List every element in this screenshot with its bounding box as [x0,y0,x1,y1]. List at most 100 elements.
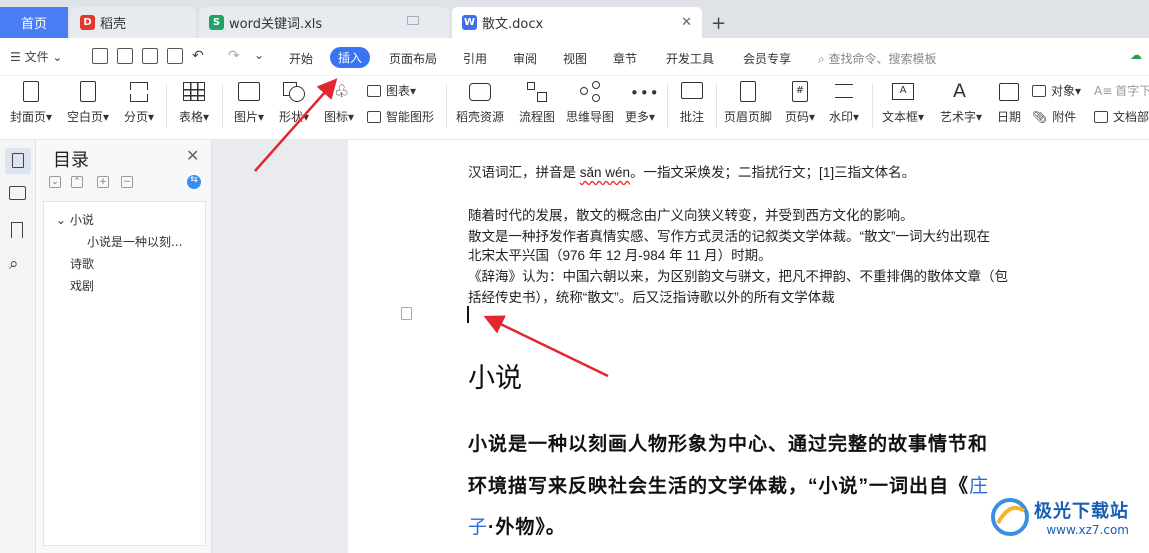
picture-button[interactable]: 图片▾ [230,80,268,125]
wordart-label: 艺术字 [939,110,976,124]
outline-title: 目录 [53,150,89,171]
menu-start[interactable]: 开始 [289,50,313,67]
preview-icon[interactable] [167,48,183,64]
blank-page-button[interactable]: 空白页▾ [64,80,112,125]
date-button[interactable]: 日期 [992,80,1026,125]
cloud-icon[interactable]: ☁ [1130,48,1142,62]
textbox-button[interactable]: A 文本框▾ [878,80,928,125]
close-icon[interactable]: ✕ [186,146,199,165]
text-cursor [467,306,469,323]
tab-xls-label: word关键词.xls [229,17,323,32]
wordart-button[interactable]: A 艺术字▾ [936,80,986,125]
export-icon[interactable] [117,48,133,64]
add-level-icon[interactable]: + [97,176,109,188]
collapse-all-icon[interactable]: ⌄ [49,176,61,188]
tab-home-label: 首页 [20,17,47,32]
shape-button[interactable]: 形状▾ [276,80,312,125]
aurora-logo-icon [991,498,1029,536]
outline-item[interactable]: 诗歌 [70,255,94,272]
smart-art-button[interactable]: 智能图形 [367,108,434,125]
page-break-button[interactable]: 分页▾ [121,80,157,125]
doc-part-button[interactable]: 文档部 [1094,108,1149,125]
new-tab-button[interactable]: + [711,13,726,34]
monitor-icon[interactable] [407,16,419,25]
icon-library-button[interactable]: ♧ 图标▾ [320,80,358,125]
bookmark-icon[interactable] [11,222,23,238]
paragraph-handle-icon[interactable] [401,307,412,320]
watermark-url: www.xz7.com [1046,523,1129,537]
tab-docx[interactable]: W 散文.docx ✕ [452,7,702,38]
chevron-down-icon[interactable]: ⌄ [254,48,264,62]
docer-resource-button[interactable]: 稻壳资源 [452,80,508,125]
outline-item[interactable]: 戏剧 [70,277,94,294]
page-number-button[interactable]: # 页码▾ [780,80,820,125]
watermark-brand: 极光下载站 [1034,501,1129,522]
attachment-button[interactable]: 📎︎ 附件 [1032,108,1076,125]
undo-icon[interactable]: ↶ [192,48,204,64]
outline-item[interactable]: 小说是一种以刻... [87,233,182,250]
watermark-button[interactable]: 水印▾ [824,80,864,125]
header-footer-button[interactable]: 页眉页脚 [722,80,774,125]
menu-view[interactable]: 视图 [563,50,587,67]
file-label: 文件 [24,50,49,64]
tab-home[interactable]: 首页 [0,7,68,38]
section-nav-icon[interactable] [9,186,26,200]
menu-insert[interactable]: 插入 [330,47,371,68]
date-label: 日期 [996,110,1021,124]
table-button[interactable]: 表格▾ [175,80,213,125]
bold-paragraph: 环境描写来反映社会生活的文学体裁，“小说”一词出自《庄 [468,471,989,498]
page-number-icon: # [787,80,813,104]
paragraph-text: ·外物》。 [488,517,566,538]
flowchart-label: 流程图 [518,110,555,124]
command-search[interactable]: ⌕ 查找命令、搜索模板 [818,50,937,67]
close-icon[interactable]: ✕ [681,15,692,30]
paragraph: 随着时代的发展，散文的概念由广义向狭义转变，并受到西方文化的影响。 [468,208,914,223]
mindmap-icon [577,80,603,104]
ribbon-divider [166,84,167,128]
outline-item[interactable]: ⌄ 小说 [56,211,94,228]
menu-reference[interactable]: 引用 [463,50,487,67]
redo-icon[interactable]: ↷ [228,48,240,64]
more-button[interactable]: ••• 更多▾ [621,80,659,125]
outline-list: ⌄ 小说 小说是一种以刻... 诗歌 戏剧 [43,201,206,546]
comment-label: 批注 [679,110,704,124]
hyperlink[interactable]: 庄 [969,476,989,497]
textbox-label: 文本框 [881,110,918,124]
save-icon[interactable] [92,48,108,64]
outline-icon[interactable] [5,148,31,174]
tab-xls[interactable]: S word关键词.xls [199,7,449,38]
document-page[interactable]: 汉语词汇，拼音是 sǎn wén。一指文采焕发；二指扰行文；[1]三指文体名。 … [348,140,1149,553]
icon-library-icon: ♧ [334,82,350,102]
mindmap-button[interactable]: 思维导图 [564,80,616,125]
menu-devtools[interactable]: 开发工具 [666,50,714,67]
expand-up-icon[interactable]: ⌃ [71,176,83,188]
shape-icon [281,80,307,104]
search-icon[interactable]: ⌕ [9,256,26,273]
comment-button[interactable]: 批注 [674,80,710,125]
drop-cap-label: 首字下 [1115,84,1149,98]
cover-page-button[interactable]: 封面页▾ [8,80,54,125]
menu-layout[interactable]: 页面布局 [389,50,437,67]
menu-member[interactable]: 会员专享 [743,50,791,67]
sync-icon[interactable]: ⇆ [187,175,201,189]
pinyin-text: sǎn wén [579,165,631,180]
bold-paragraph: 子·外物》。 [468,512,566,539]
drop-cap-button[interactable]: A≡ 首字下 [1094,82,1149,99]
object-button[interactable]: 对象 ▾ [1032,82,1081,99]
picture-icon [236,80,262,104]
watermark-label: 水印 [828,110,853,124]
chart-button[interactable]: 图表 ▾ [367,82,416,99]
hyperlink[interactable]: 子 [468,517,488,538]
print-icon[interactable] [142,48,158,64]
tab-docer-label: 稻壳 [100,17,127,32]
more-label: 更多 [624,110,649,124]
tab-docer[interactable]: D 稻壳 [70,7,196,38]
remove-level-icon[interactable]: − [121,176,133,188]
flowchart-button[interactable]: 流程图 [516,80,558,125]
paragraph: 散文是一种抒发作者真情实感、写作方式灵活的记叙类文学体裁。“散文”一词大约出现在 [468,229,990,244]
paragraph: 括经传史书），统称“散文”。后又泛指诗歌以外的所有文学体裁 [468,290,835,305]
menu-chapter[interactable]: 章节 [613,50,637,67]
menu-review[interactable]: 审阅 [513,50,537,67]
file-menu[interactable]: ☰ 文件 ⌄ [10,48,62,65]
site-watermark: 极光下载站 www.xz7.com [990,497,1129,537]
